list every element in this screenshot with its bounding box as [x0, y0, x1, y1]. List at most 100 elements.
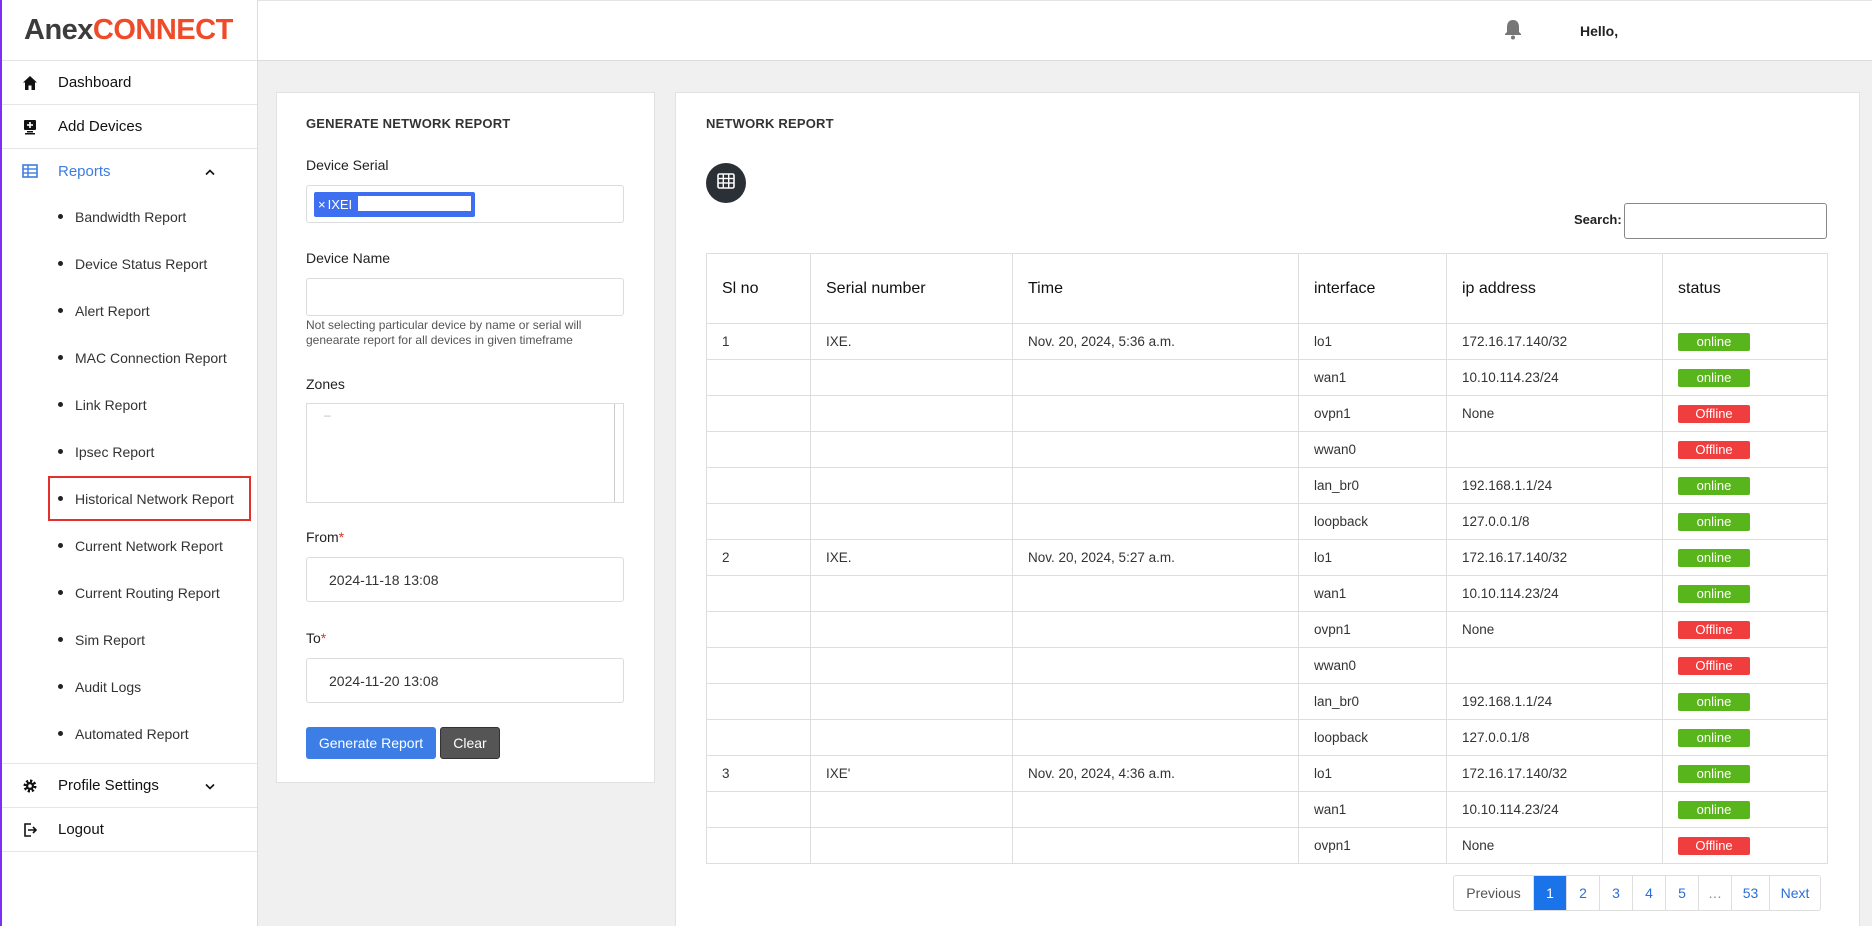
column-header-ip-address[interactable]: ip address	[1446, 253, 1663, 324]
sidebar-item-alert-report[interactable]: Alert Report	[2, 287, 257, 334]
sidebar-item-label: Current Network Report	[75, 537, 223, 554]
sidebar-item-sim-report[interactable]: Sim Report	[2, 616, 257, 663]
bullet-icon	[58, 308, 63, 313]
device-serial-label: Device Serial	[306, 157, 389, 173]
table-row: wan1 10.10.114.23/24 online	[706, 359, 1828, 396]
cell-ip-address: 172.16.17.140/32	[1446, 539, 1663, 576]
pagination-page-5[interactable]: 5	[1665, 876, 1698, 910]
sidebar-item-audit-logs[interactable]: Audit Logs	[2, 663, 257, 710]
generate-report-button[interactable]: Generate Report	[306, 727, 436, 759]
cell-time	[1012, 683, 1299, 720]
table-header-row: Sl no Serial number Time interface ip ad…	[706, 253, 1828, 324]
remove-chip-icon[interactable]: ×	[318, 197, 326, 212]
pagination-page-53[interactable]: 53	[1731, 876, 1769, 910]
column-header-time[interactable]: Time	[1012, 253, 1299, 324]
cell-serial-number: IXE.	[810, 323, 1013, 360]
sidebar-item-label: Alert Report	[75, 302, 150, 319]
bell-icon[interactable]	[1503, 18, 1523, 45]
logo-text-connect: CONNECT	[92, 13, 233, 46]
sidebar-item-logout[interactable]: Logout	[2, 808, 257, 852]
pagination-page-1[interactable]: 1	[1533, 876, 1566, 910]
help-text: Not selecting particular device by name …	[306, 318, 582, 347]
sidebar-item-reports[interactable]: Reports	[2, 149, 257, 193]
bullet-icon	[58, 496, 63, 501]
sidebar-item-dashboard[interactable]: Dashboard	[2, 61, 257, 105]
sidebar-item-label: Sim Report	[75, 631, 146, 648]
sidebar-item-current-routing-report[interactable]: Current Routing Report	[2, 569, 257, 616]
cell-time	[1012, 359, 1299, 396]
sidebar-item-label: Device Status Report	[75, 255, 208, 272]
sidebar-item-profile-settings[interactable]: Profile Settings	[2, 764, 257, 808]
cell-interface: wwan0	[1298, 431, 1447, 468]
sidebar-item-label: Bandwidth Report	[75, 208, 187, 225]
status-badge: online	[1678, 512, 1750, 531]
table-row: wan1 10.10.114.23/24 online	[706, 575, 1828, 612]
cell-serial-number: IXE'	[810, 755, 1013, 792]
column-header-sl-no[interactable]: Sl no	[706, 253, 811, 324]
sidebar-item-bandwidth-report[interactable]: Bandwidth Report	[2, 193, 257, 240]
table-row: wan1 10.10.114.23/24 online	[706, 791, 1828, 828]
column-header-status[interactable]: status	[1662, 253, 1828, 324]
cell-serial-number: IXE.	[810, 539, 1013, 576]
cell-ip-address: 10.10.114.23/24	[1446, 791, 1663, 828]
cell-ip-address	[1446, 431, 1663, 468]
cell-serial-number	[810, 791, 1013, 828]
sidebar-item-link-report[interactable]: Link Report	[2, 381, 257, 428]
table-view-button[interactable]	[706, 163, 746, 203]
sidebar-item-label: Historical Network Report	[75, 490, 234, 507]
network-report-panel: NETWORK REPORT Search: Sl no Serial numb…	[675, 92, 1860, 926]
search-input[interactable]	[1624, 203, 1827, 239]
cell-serial-number	[810, 719, 1013, 756]
pagination-page-4[interactable]: 4	[1632, 876, 1665, 910]
clear-button[interactable]: Clear	[440, 727, 500, 759]
gear-icon	[2, 778, 58, 794]
cell-sl-no	[706, 503, 811, 540]
sidebar-item-label: Dashboard	[58, 74, 132, 91]
column-header-interface[interactable]: interface	[1298, 253, 1447, 324]
sidebar-item-ipsec-report[interactable]: Ipsec Report	[2, 428, 257, 475]
cell-sl-no	[706, 719, 811, 756]
cell-time	[1012, 503, 1299, 540]
cell-sl-no	[706, 647, 811, 684]
cell-status: Offline	[1662, 431, 1828, 468]
from-date-input[interactable]: 2024-11-18 13:08	[306, 557, 624, 602]
cell-status: online	[1662, 683, 1828, 720]
device-serial-select[interactable]: × IXEI	[306, 185, 624, 223]
search-label: Search:	[1574, 212, 1622, 227]
cell-sl-no	[706, 791, 811, 828]
cell-ip-address	[1446, 647, 1663, 684]
column-header-serial-number[interactable]: Serial number	[810, 253, 1013, 324]
cell-sl-no	[706, 611, 811, 648]
device-name-input[interactable]	[306, 278, 624, 316]
pagination-page-3[interactable]: 3	[1599, 876, 1632, 910]
add-device-icon	[2, 119, 58, 135]
bullet-icon	[58, 261, 63, 266]
sidebar-item-device-status-report[interactable]: Device Status Report	[2, 240, 257, 287]
cell-time	[1012, 719, 1299, 756]
zones-scrollbar[interactable]	[614, 404, 615, 502]
cell-serial-number	[810, 575, 1013, 612]
cell-serial-number	[810, 431, 1013, 468]
to-date-input[interactable]: 2024-11-20 13:08	[306, 658, 624, 703]
bullet-icon	[58, 731, 63, 736]
logout-icon	[2, 822, 58, 838]
cell-interface: loopback	[1298, 719, 1447, 756]
cell-interface: lo1	[1298, 323, 1447, 360]
table-row: loopback 127.0.0.1/8 online	[706, 719, 1828, 756]
user-greeting[interactable]: Hello, a	[1580, 23, 1620, 39]
pagination-previous[interactable]: Previous	[1454, 876, 1533, 910]
sidebar-item-current-network-report[interactable]: Current Network Report	[2, 522, 257, 569]
app-logo[interactable]: Anex CONNECT	[2, 0, 257, 61]
sidebar-item-automated-report[interactable]: Automated Report	[2, 710, 257, 757]
top-header: Hello, a	[258, 0, 1872, 61]
table-row: ovpn1 None Offline	[706, 611, 1828, 648]
sidebar-item-historical-network-report[interactable]: Historical Network Report	[48, 476, 251, 521]
sidebar-item-mac-connection-report[interactable]: MAC Connection Report	[2, 334, 257, 381]
pagination-next[interactable]: Next	[1769, 876, 1820, 910]
bullet-icon	[58, 590, 63, 595]
cell-sl-no	[706, 683, 811, 720]
zones-select[interactable]: –	[306, 403, 624, 503]
pagination: Previous 1 2 3 4 5 … 53 Next	[1453, 875, 1821, 911]
sidebar-item-add-devices[interactable]: Add Devices	[2, 105, 257, 149]
pagination-page-2[interactable]: 2	[1566, 876, 1599, 910]
